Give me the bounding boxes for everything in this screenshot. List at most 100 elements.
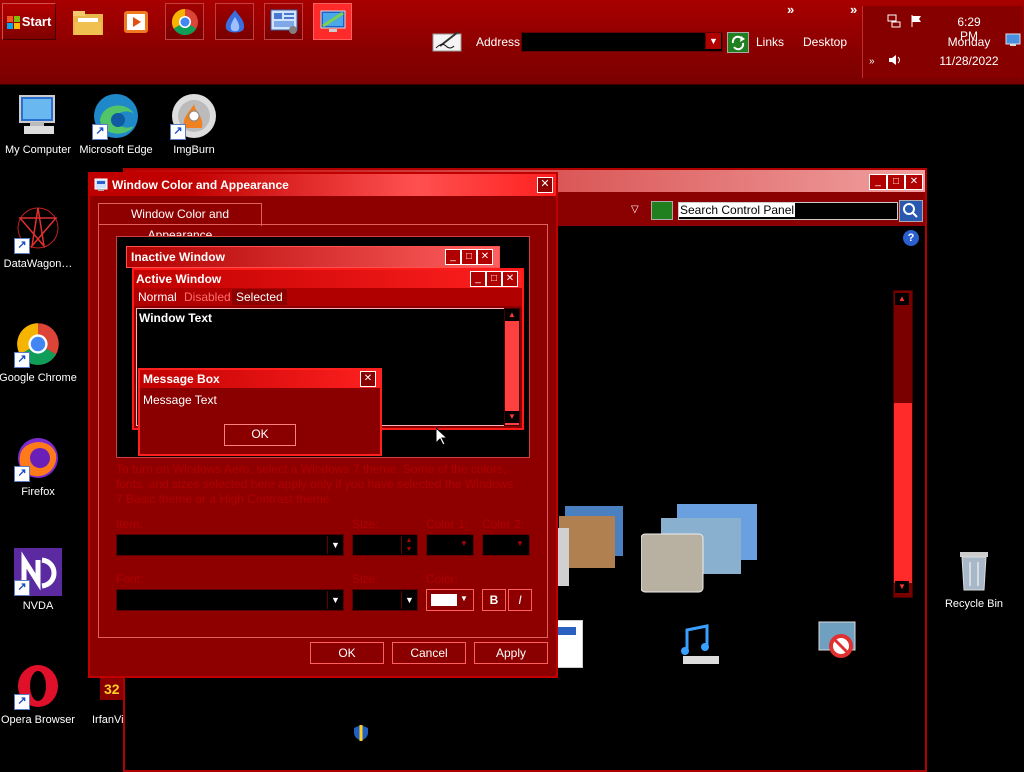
control-panel-scrollbar[interactable]: ▲ ▼ [893,290,913,598]
edge-icon: ↗ [92,92,140,140]
settings-panel-icon[interactable] [264,3,303,40]
font-select[interactable]: ▼ [116,589,344,611]
network-icon[interactable] [887,14,901,28]
imgburn-disc-icon: ↗ [170,92,218,140]
font-size-select[interactable]: ▼ [352,589,418,611]
bold-button[interactable]: B [482,589,506,611]
scroll-up-icon: ▲ [505,309,519,321]
volume-icon[interactable] [887,53,903,67]
close-icon[interactable]: ✕ [537,177,553,193]
close-icon[interactable]: ✕ [905,174,923,190]
desktop-icon-nvda[interactable]: ↗ NVDA [0,548,78,612]
app-flame-icon[interactable] [215,3,254,40]
desktop-icon-label: Recycle Bin [944,598,1004,610]
preview-scrollbar[interactable]: ▲ ▼ [504,308,520,426]
active-window-titlebar[interactable]: Active Window _ □ ✕ [134,270,522,288]
dialog-titlebar[interactable]: Window Color and Appearance ✕ [90,174,556,196]
media-player-icon[interactable] [116,3,155,40]
desktop-icon-my-computer[interactable]: My Computer [0,92,78,156]
address-label: Address [476,35,521,49]
menu-normal[interactable]: Normal [138,290,177,304]
desktop-toolbar[interactable]: Desktop [803,35,847,49]
item-size-stepper[interactable]: ▲ ▼ [352,534,418,556]
control-panel-search[interactable]: Search Control Panel [678,202,898,220]
help-icon[interactable]: ? [903,230,919,246]
show-hidden-icons-chevron[interactable]: » [869,56,875,67]
desktop-icon-datawagon[interactable]: ↗ DataWagon… [0,206,78,270]
sounds-icon[interactable] [677,620,725,668]
apply-button[interactable]: Apply [474,642,548,664]
scroll-down-icon[interactable]: ▼ [895,581,909,593]
toolbar-overflow-button[interactable]: » [787,2,794,17]
refresh-icon[interactable] [651,201,673,220]
desktop-icon-imgburn[interactable]: ↗ ImgBurn [154,92,234,156]
desktop-icon-label: Firefox [21,486,55,498]
inactive-window-titlebar[interactable]: Inactive Window _ □ ✕ [126,246,500,268]
svg-text:32: 32 [104,681,120,697]
font-label: Font: [116,572,144,586]
menu-selected[interactable]: Selected [232,289,287,305]
close-icon: ✕ [502,271,518,287]
chevron-down-icon: ▼ [460,594,468,603]
links-toolbar[interactable]: Links [756,35,784,49]
screen-saver-icon[interactable] [815,620,863,668]
desktop-icon-label: My Computer [4,144,72,156]
scroll-up-icon[interactable]: ▲ [895,293,909,305]
minimize-icon: _ [470,271,486,287]
desktop-icon-label: DataWagon… [3,258,73,270]
theme-thumbnail[interactable] [555,506,625,586]
maximize-icon[interactable]: □ [887,174,905,190]
message-box-ok-button[interactable]: OK [224,424,296,446]
item-select[interactable]: ▼ [116,534,344,556]
address-input[interactable] [521,32,723,52]
chrome-taskbar-icon[interactable] [165,3,204,40]
shortcut-arrow-icon: ↗ [170,124,186,140]
tab-window-color-appearance[interactable]: Window Color and Appearance [98,203,262,242]
color1-label: Color 1: [426,517,469,531]
minimize-icon: _ [445,249,461,265]
message-text: Message Text [143,393,217,407]
address-history-dropdown-icon[interactable]: ▽ [631,204,639,215]
active-window-title: Active Window [136,272,222,286]
size-label: Size: [352,517,379,531]
desktop-icon-microsoft-edge[interactable]: ↗ Microsoft Edge [76,92,156,156]
desktop-icon-google-chrome[interactable]: ↗ Google Chrome [0,320,78,384]
show-desktop-icon[interactable] [1005,33,1021,47]
action-center-flag-icon[interactable] [909,14,923,28]
ok-button[interactable]: OK [310,642,384,664]
edit-icon[interactable] [432,30,464,52]
shortcut-arrow-icon: ↗ [14,580,30,596]
address-dropdown-icon[interactable]: ▼ [705,33,721,49]
desktop-icon-label: Opera Browser [1,714,75,726]
clock-date[interactable]: 11/28/2022 [934,54,1004,68]
minimize-icon[interactable]: _ [869,174,887,190]
desktop-icon-label: Google Chrome [0,372,77,384]
search-placeholder: Search Control Panel [679,203,796,217]
desktop-icon-opera[interactable]: ↗ Opera Browser [0,662,78,726]
computer-icon [14,92,62,140]
desktop-icon-firefox[interactable]: ↗ Firefox [0,434,78,498]
toolbar-overflow-button-2[interactable]: » [850,2,857,17]
clock-day[interactable]: Monday [944,35,994,49]
cancel-button[interactable]: Cancel [392,642,466,664]
message-box-title: Message Box [143,372,220,386]
maximize-icon: □ [461,249,477,265]
message-box-titlebar[interactable]: Message Box ✕ [140,370,380,388]
start-button[interactable]: Start [2,3,56,40]
dialog-title: Window Color and Appearance [112,178,289,192]
italic-button[interactable]: I [508,589,532,611]
color1-picker[interactable]: ▼ [426,534,474,556]
theme-thumbnail-2[interactable] [641,504,761,594]
color-swatch [431,594,457,606]
file-explorer-icon[interactable] [68,3,107,40]
desktop-icon-recycle-bin[interactable]: Recycle Bin [934,546,1014,610]
color2-picker[interactable]: ▼ [482,534,530,556]
search-icon[interactable] [899,200,923,222]
message-box-preview[interactable]: Message Box ✕ Message Text OK [138,368,382,456]
display-settings-icon[interactable] [313,3,352,40]
start-label: Start [21,14,52,29]
font-color-picker[interactable]: ▼ [426,589,474,611]
menu-disabled[interactable]: Disabled [184,290,231,304]
scrollbar-thumb[interactable] [894,403,912,583]
go-refresh-icon[interactable] [727,32,749,53]
